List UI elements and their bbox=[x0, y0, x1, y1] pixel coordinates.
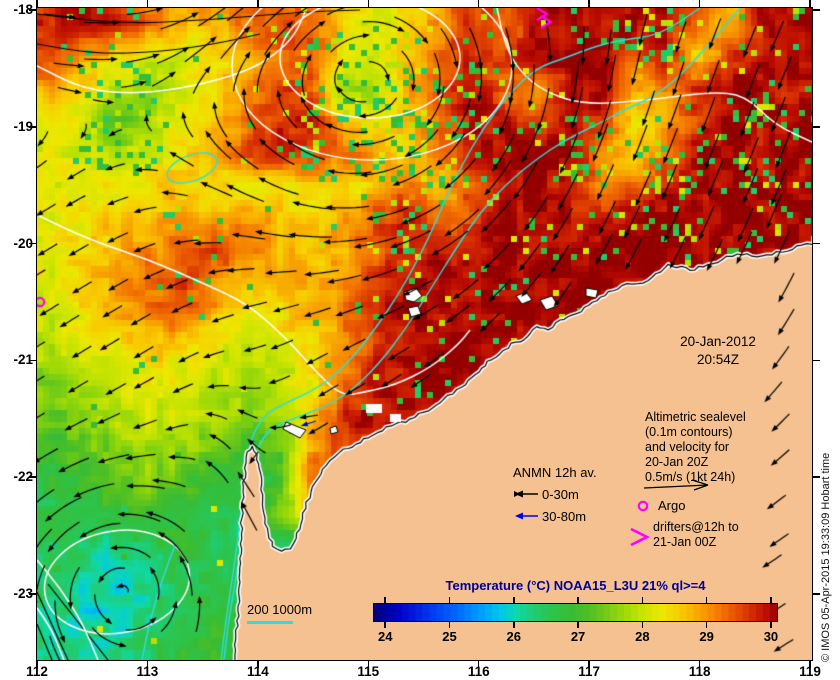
x-tick-top bbox=[477, 0, 480, 8]
altimetric-legend-line: and velocity for bbox=[645, 440, 730, 454]
altimetric-legend-line: Altimetric sealevel bbox=[645, 410, 746, 424]
drifters-label: drifters@12h to 21-Jan 00Z bbox=[653, 520, 739, 550]
colorbar-tick-label: 28 bbox=[635, 629, 650, 644]
x-tick-label: 116 bbox=[467, 664, 490, 679]
colorbar-tick bbox=[448, 622, 451, 628]
y-tick-right bbox=[812, 242, 820, 245]
x-tick-top bbox=[588, 0, 590, 8]
y-tick-right bbox=[812, 359, 820, 362]
x-tick-label: 119 bbox=[799, 664, 821, 679]
isobath-line-swatch bbox=[247, 621, 293, 624]
argo-label: Argo bbox=[658, 498, 686, 514]
altimetric-legend-line: (0.1m contours) bbox=[645, 425, 733, 439]
colorbar-tick-label: 30 bbox=[763, 629, 779, 644]
colorbar-tick bbox=[770, 597, 772, 603]
colorbar-tick-label: 24 bbox=[377, 629, 393, 644]
y-tick-label: -21 bbox=[13, 352, 33, 368]
timestamp-time: 20:54Z bbox=[696, 352, 740, 367]
x-tick-top bbox=[809, 0, 811, 8]
y-tick-label: -19 bbox=[13, 118, 33, 134]
colorbar-tick-label: 25 bbox=[442, 629, 457, 644]
colorbar-tick-label: 29 bbox=[699, 629, 714, 644]
isobath-legend: 200 1000m bbox=[247, 602, 312, 624]
copyright-note: © IMOS 05-Apr-2015 19:33:09 Hobart time bbox=[820, 452, 832, 662]
colorbar-tick bbox=[770, 622, 772, 628]
drifters-legend: drifters@12h to 21-Jan 00Z bbox=[628, 520, 739, 550]
y-tick-label: -23 bbox=[13, 586, 33, 601]
argo-legend: Argo bbox=[636, 497, 685, 515]
altimetric-legend: Altimetric sealevel (0.1m contours) and ve… bbox=[645, 410, 746, 485]
x-tick-label: 118 bbox=[688, 664, 711, 679]
anmn-item-label: 0-30m bbox=[542, 487, 579, 502]
x-tick-top bbox=[146, 0, 149, 8]
colorbar-tick bbox=[384, 597, 386, 603]
velocity-scale-arrow bbox=[642, 479, 714, 498]
x-tick-label: 117 bbox=[578, 664, 601, 679]
x-tick-top bbox=[367, 0, 370, 8]
isobath-label: 200 1000m bbox=[247, 602, 313, 617]
colorbar-tick bbox=[513, 597, 515, 603]
x-tick-top bbox=[257, 0, 259, 8]
colorbar bbox=[373, 603, 778, 622]
anmn-item-0-30m: 0-30m bbox=[505, 487, 625, 502]
timestamp-date: 20-Jan-2012 bbox=[680, 334, 756, 349]
x-tick-label: 112 bbox=[26, 664, 48, 679]
x-tick-label: 114 bbox=[246, 664, 269, 679]
anmn-item-label: 30-80m bbox=[542, 509, 587, 524]
colorbar-tick bbox=[577, 597, 579, 603]
anmn-item-30-80m: 30-80m bbox=[505, 509, 625, 524]
velocity-arrow-icon bbox=[643, 479, 709, 491]
anmn-legend: ANMN 12h av. 0-30m 30-80m bbox=[505, 465, 625, 524]
drifters-legend-line: 21-Jan 00Z bbox=[653, 535, 717, 549]
timestamp-label: 20-Jan-2012 20:54Z bbox=[656, 333, 780, 369]
y-tick-label: -22 bbox=[13, 469, 33, 485]
anmn-legend-title: ANMN 12h av. bbox=[513, 465, 597, 480]
colorbar-tick bbox=[705, 622, 708, 628]
colorbar-tick bbox=[448, 597, 451, 603]
x-tick-top bbox=[698, 0, 701, 8]
black-arrow-icon bbox=[514, 490, 538, 498]
colorbar-title: Temperature (°C) NOAA15_L3U 21% ql>=4 bbox=[445, 578, 706, 593]
y-tick-label: -18 bbox=[13, 2, 33, 17]
colorbar-tick bbox=[641, 622, 644, 628]
colorbar-tick bbox=[577, 622, 579, 628]
colorbar-tick-label: 27 bbox=[570, 629, 586, 644]
colorbar-tick bbox=[384, 622, 386, 628]
y-tick-right bbox=[812, 126, 820, 128]
drifters-legend-line: drifters@12h to bbox=[653, 520, 739, 534]
colorbar-tick bbox=[705, 597, 708, 603]
altimetric-legend-line: 20-Jan 20Z bbox=[645, 455, 709, 469]
drifter-chevron-icon bbox=[630, 527, 650, 547]
y-tick-right bbox=[812, 476, 820, 478]
colorbar-tick-label: 26 bbox=[506, 629, 522, 644]
y-tick-label: -20 bbox=[13, 235, 33, 251]
x-tick-label: 115 bbox=[357, 664, 380, 679]
y-tick-right bbox=[812, 9, 820, 11]
x-tick-label: 113 bbox=[136, 664, 159, 679]
x-tick-top bbox=[36, 0, 38, 8]
blue-arrow-icon bbox=[515, 512, 538, 520]
y-tick-right bbox=[812, 593, 820, 595]
colorbar-tick bbox=[641, 597, 644, 603]
colorbar-tick bbox=[513, 622, 515, 628]
argo-circle-icon bbox=[637, 500, 649, 512]
oceancurrent-sst-figure: 20-Jan-2012 20:54Z Altimetric sealevel (0… bbox=[0, 0, 840, 680]
